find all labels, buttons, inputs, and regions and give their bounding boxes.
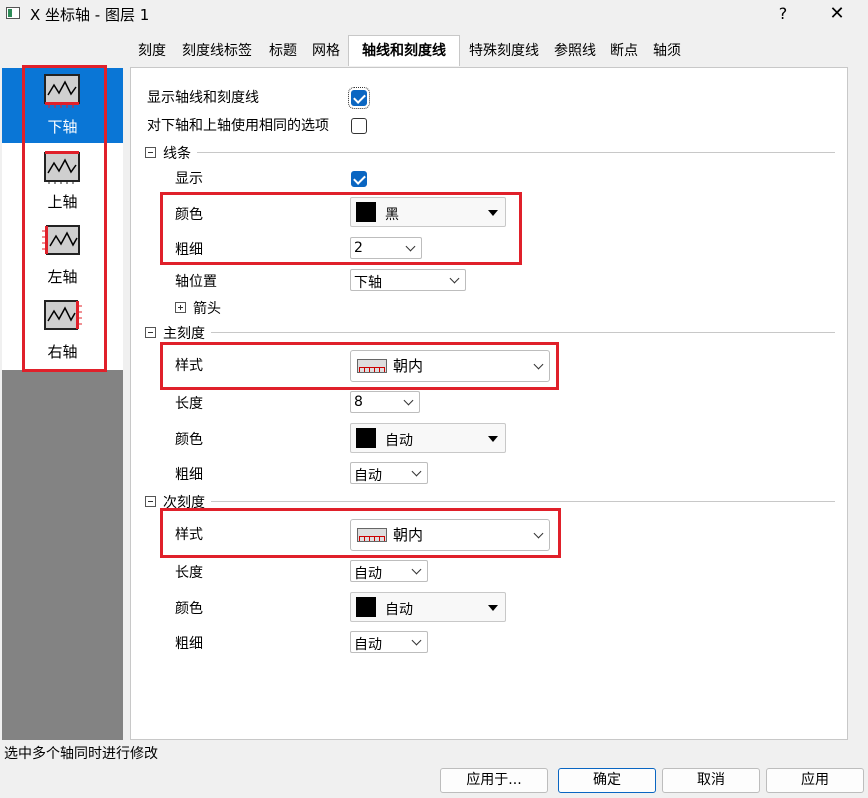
major-length-value: 8 [354, 394, 363, 410]
minor-length-label: 长度 [175, 565, 203, 581]
major-thickness-value: 自动 [354, 468, 382, 484]
app-icon [6, 7, 20, 19]
divider [197, 152, 835, 153]
divider [211, 501, 835, 502]
ok-button[interactable]: 确定 [558, 768, 656, 793]
chevron-down-icon [403, 395, 414, 406]
window-title: X 坐标轴 - 图层 1 [30, 6, 150, 24]
major-tick-section-title: 主刻度 [163, 326, 205, 342]
major-thickness-combo[interactable]: 自动 [350, 462, 428, 484]
major-length-label: 长度 [175, 396, 203, 412]
title-bar: X 坐标轴 - 图层 1 ? ✕ [0, 0, 868, 28]
minor-length-combo[interactable]: 自动 [350, 560, 428, 582]
status-text: 选中多个轴同时进行修改 [4, 746, 158, 762]
arrow-section-title: 箭头 [193, 301, 221, 317]
line-section-title: 线条 [163, 146, 191, 162]
major-tick-section-header[interactable]: 主刻度 [145, 325, 835, 342]
tab-line-and-ticks[interactable]: 轴线和刻度线 [348, 35, 460, 66]
line-show-checkbox[interactable] [351, 171, 367, 187]
dropdown-arrow-icon [488, 436, 498, 442]
show-axis-checkbox[interactable] [348, 87, 370, 109]
color-swatch [356, 428, 376, 448]
tab-tick-labels[interactable]: 刻度线标签 [174, 38, 260, 64]
close-button[interactable]: ✕ [822, 2, 852, 26]
major-thickness-label: 粗细 [175, 467, 203, 483]
apply-button[interactable]: 应用 [766, 768, 864, 793]
same-options-label: 对下轴和上轴使用相同的选项 [147, 118, 329, 134]
axis-position-label: 轴位置 [175, 274, 217, 290]
minor-thickness-label: 粗细 [175, 636, 203, 652]
show-axis-label: 显示轴线和刻度线 [147, 90, 259, 106]
highlight-axis-list [22, 65, 107, 372]
cancel-button[interactable]: 取消 [662, 768, 760, 793]
minor-color-label: 颜色 [175, 601, 203, 617]
tab-grid[interactable]: 网格 [306, 38, 346, 64]
chevron-down-icon [411, 466, 422, 477]
chevron-down-icon [449, 273, 460, 284]
line-show-label: 显示 [175, 171, 203, 187]
major-color-dropdown[interactable]: 自动 [350, 423, 506, 453]
collapse-icon[interactable] [145, 496, 156, 507]
dropdown-arrow-icon [488, 605, 498, 611]
chevron-down-icon [411, 635, 422, 646]
arrow-section-header[interactable]: 箭头 [175, 300, 295, 317]
tab-reference-lines[interactable]: 参照线 [548, 38, 602, 64]
tab-breaks[interactable]: 断点 [604, 38, 644, 64]
line-section-header[interactable]: 线条 [145, 145, 835, 162]
tab-rug[interactable]: 轴须 [646, 38, 688, 64]
minor-length-value: 自动 [354, 566, 382, 582]
minor-color-dropdown[interactable]: 自动 [350, 592, 506, 622]
divider [211, 332, 835, 333]
minor-thickness-combo[interactable]: 自动 [350, 631, 428, 653]
axis-position-value: 下轴 [354, 275, 382, 291]
tab-scale[interactable]: 刻度 [132, 38, 172, 64]
same-options-checkbox[interactable] [351, 118, 367, 134]
color-swatch [356, 597, 376, 617]
collapse-icon[interactable] [145, 147, 156, 158]
major-color-label: 颜色 [175, 432, 203, 448]
help-button[interactable]: ? [770, 2, 796, 26]
highlight-line-color-thickness [160, 192, 522, 265]
apply-to-button[interactable]: 应用于... [440, 768, 548, 793]
minor-color-value: 自动 [385, 602, 413, 618]
tab-title[interactable]: 标题 [263, 38, 303, 64]
axis-position-combo[interactable]: 下轴 [350, 269, 466, 291]
tab-special-ticks[interactable]: 特殊刻度线 [462, 38, 546, 64]
highlight-major-style [160, 342, 559, 390]
chevron-down-icon [411, 564, 422, 575]
collapse-icon[interactable] [145, 327, 156, 338]
highlight-minor-style [160, 508, 561, 558]
settings-panel: 显示轴线和刻度线 对下轴和上轴使用相同的选项 线条 显示 颜色 黑 粗细 2 轴… [130, 67, 848, 740]
major-color-value: 自动 [385, 433, 413, 449]
major-length-combo[interactable]: 8 [350, 391, 420, 413]
minor-thickness-value: 自动 [354, 637, 382, 653]
expand-icon[interactable] [175, 302, 186, 313]
